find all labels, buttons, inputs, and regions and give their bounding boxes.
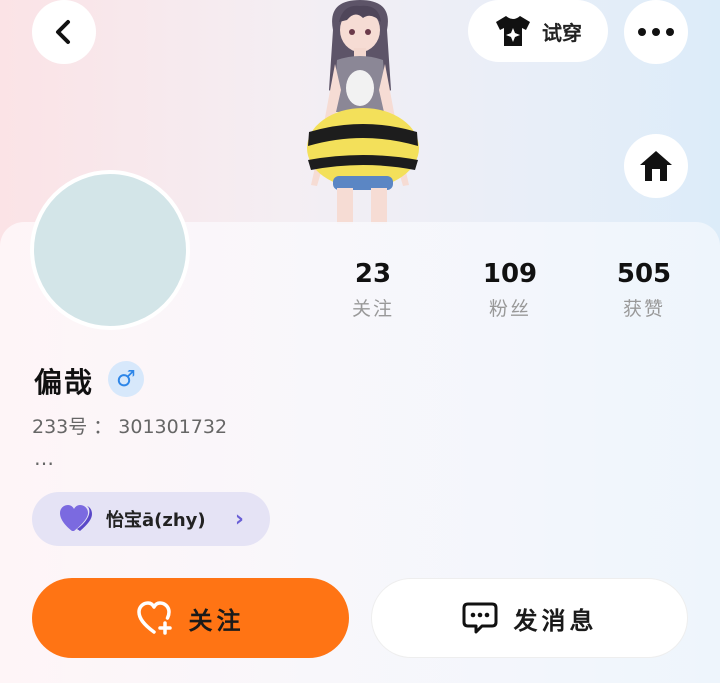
likes-label: 获赞 bbox=[622, 298, 665, 320]
stat-likes[interactable]: 505 获赞 bbox=[589, 258, 699, 321]
user-id[interactable]: 233号： 301301732 bbox=[32, 412, 227, 439]
heart-icon bbox=[60, 505, 92, 531]
likes-count: 505 bbox=[616, 259, 672, 289]
try-on-button[interactable]: 试穿 bbox=[468, 0, 608, 62]
uid-label: 233号 bbox=[32, 416, 88, 438]
more-dots-icon bbox=[638, 28, 674, 36]
gender-male-icon: ♂ bbox=[108, 361, 144, 397]
uid-value: 301301732 bbox=[118, 416, 228, 438]
tshirt-sparkle-icon bbox=[496, 16, 530, 46]
back-chevron-icon bbox=[56, 20, 70, 44]
following-count: 23 bbox=[354, 259, 392, 289]
follow-button[interactable]: 关注 bbox=[32, 578, 349, 658]
message-label: 发消息 bbox=[513, 606, 598, 635]
stat-following[interactable]: 23 关注 bbox=[318, 258, 428, 321]
profile-name: 偏哉 bbox=[34, 366, 95, 399]
profile-bio: … bbox=[34, 446, 54, 470]
home-icon bbox=[640, 151, 672, 181]
chat-bubble-icon bbox=[462, 602, 497, 634]
avatar-3d-figure[interactable] bbox=[285, 0, 435, 224]
avatar[interactable] bbox=[30, 170, 190, 330]
following-label: 关注 bbox=[351, 298, 394, 320]
chevron-right-icon: › bbox=[234, 506, 244, 532]
relation-tag-label: 怡宝ā(zhy) bbox=[106, 510, 206, 531]
fans-label: 粉丝 bbox=[488, 298, 531, 320]
home-button[interactable] bbox=[624, 134, 688, 198]
fans-count: 109 bbox=[482, 259, 538, 289]
more-options-button[interactable] bbox=[624, 0, 688, 64]
follow-label: 关注 bbox=[188, 606, 245, 635]
back-button[interactable] bbox=[32, 0, 96, 64]
try-on-label: 试穿 bbox=[542, 20, 582, 45]
relation-tag-button[interactable]: 怡宝ā(zhy) › bbox=[32, 492, 270, 546]
heart-plus-icon bbox=[136, 601, 172, 635]
send-message-button[interactable]: 发消息 bbox=[371, 578, 688, 658]
stat-fans[interactable]: 109 粉丝 bbox=[455, 258, 565, 321]
uid-separator: ： bbox=[93, 416, 113, 438]
